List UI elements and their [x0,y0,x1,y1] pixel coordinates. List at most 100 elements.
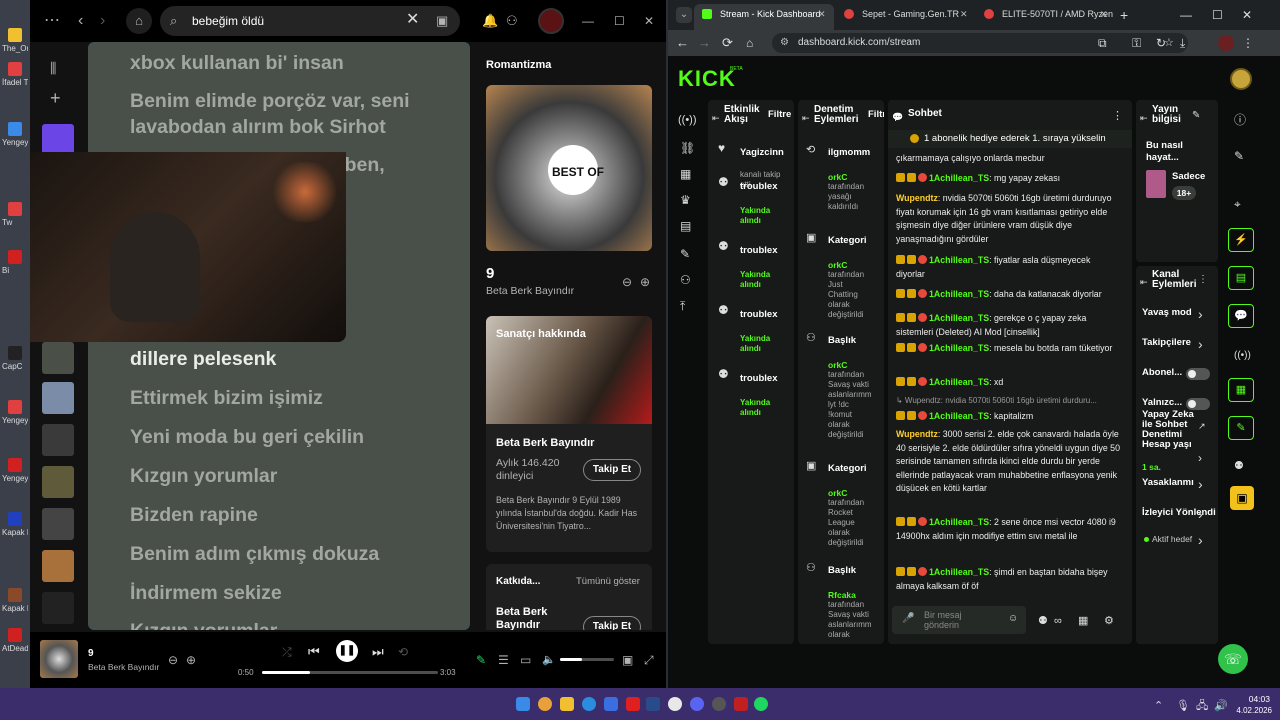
notifications-icon[interactable]: 🔔 [482,13,498,29]
mic-icon[interactable]: 🎙 [1176,698,1190,714]
chat-menu-icon[interactable]: ⋮ [1112,108,1123,124]
add-to-playlist-icon[interactable]: ⊕ [640,274,650,290]
search-input[interactable]: bebeğim öldü [192,14,264,28]
profile-avatar[interactable] [1218,35,1234,51]
site-info-icon[interactable]: ⚙ [780,33,789,53]
upload-icon[interactable]: ⤒ [680,298,685,314]
friend-activity-icon[interactable]: ⚇ [506,13,518,29]
chat-username[interactable]: 1Achillean_TS [929,255,989,265]
pause-button[interactable]: ❚❚ [336,640,358,662]
steam-icon[interactable] [646,697,660,711]
moderation-item[interactable]: ⚇ Başlık orkC tarafından Savaş vakti aslanl… [798,326,884,439]
volume-slider[interactable] [560,658,614,661]
edit-icon[interactable]: ✎ [1234,148,1244,164]
activity-item[interactable]: ⚉ troublex Yakında alındı [708,170,794,230]
desktop-shortcut[interactable]: İfadel Twitch [2,62,28,87]
menu-icon[interactable]: ⋮ [1242,35,1254,51]
playlist-thumb[interactable] [42,424,74,456]
edit-icon[interactable]: ✎ [1192,108,1200,124]
add-icon[interactable]: ⊕ [186,652,196,668]
tab-elite-pc[interactable]: ELITE-5070TI / AMD Ryzen ✕ [976,4,1118,30]
gift-shop-icon[interactable]: ▦ [1078,613,1088,629]
track-artist[interactable]: Beta Berk Bayındır [486,285,574,297]
chat-username[interactable]: 1Achillean_TS [929,411,989,421]
url-text[interactable]: dashboard.kick.com/stream [798,37,920,48]
queue-icon[interactable]: ☰ [498,652,509,668]
moderation-actor[interactable]: Rfcaka [828,590,856,600]
moderation-actor[interactable]: orkC [828,488,847,498]
quick-action-button[interactable]: ⚡ [1228,228,1254,252]
activity-user[interactable]: troublex [740,310,777,320]
community-icon[interactable]: ⚇ [680,272,691,288]
shuffle-icon[interactable]: ⤮ [282,644,292,660]
url-field[interactable]: ⚙ dashboard.kick.com/stream ☆ [772,33,1188,53]
chevron-right-icon[interactable]: › [1198,532,1203,548]
playlist-title[interactable]: Romantizma [486,59,551,71]
chat-message[interactable]: Wupendtz: nvidia 5070ti 5060ti 16gb üret… [896,192,1120,246]
moderation-actor[interactable]: orkC [828,172,847,182]
kicks-icon[interactable]: ⚉ [1038,613,1048,629]
chat-message[interactable]: 1Achillean_TS: şimdi en baştan bidaha bi… [896,566,1120,593]
channel-action-row[interactable]: İzleyici Yönlendi › [1136,502,1218,526]
volume-icon[interactable]: 🔈 [542,652,556,668]
obs-icon[interactable] [668,697,682,711]
playlist-thumb[interactable] [42,342,74,374]
chevron-right-icon[interactable]: › [1198,306,1203,322]
credit-name[interactable]: Beta Berk Bayındır [496,606,556,630]
lyric-line[interactable]: Yeni moda bu geri çekilin [130,426,364,449]
next-icon[interactable]: ⏭ [372,644,384,660]
desktop-shortcut[interactable]: The_Ou [2,28,28,53]
playlist-thumb[interactable] [42,466,74,498]
browse-icon[interactable]: ▣ [436,13,448,29]
tray-chevron-icon[interactable]: ⌃ [1154,698,1163,714]
chat-username[interactable]: Wupendtz [896,429,938,439]
wrench-icon[interactable]: ✎ [680,246,690,262]
forward-arrow-icon[interactable]: › [100,13,105,29]
activity-item[interactable]: ⚉ troublex Yakında alındı [708,234,794,294]
desktop-shortcut[interactable]: Bi [2,250,28,275]
remove-icon[interactable]: ⊖ [168,652,178,668]
kick-logo[interactable]: KICK [678,66,736,92]
search-bar[interactable]: ⌕ bebeğim öldü ✕ ▣ [160,6,460,36]
library-icon[interactable]: ⫼ [50,60,56,76]
chat-message[interactable]: 1Achillean_TS: mesela bu botda ram tüket… [896,342,1120,356]
chrome-taskbar-icon[interactable] [538,697,552,711]
link-icon[interactable]: ⛓ [680,140,695,156]
chat-message[interactable]: 1Achillean_TS: mg yapay zekası [896,172,1120,186]
activity-user[interactable]: troublex [740,182,777,192]
moderation-item[interactable]: ⚇ Başlık Rfcaka tarafından Savaş vakti asla… [798,556,884,656]
pinned-banner[interactable]: 1 abonelik hediye ederek 1. sıraya yükse… [888,130,1132,148]
new-tab-icon[interactable]: + [1120,7,1128,23]
miniplayer-icon[interactable]: ▣ [622,652,633,668]
collapse-icon[interactable]: ⇤ [1140,110,1148,126]
playlist-thumb[interactable] [42,592,74,624]
lyric-line[interactable]: Kızgın yorumlar [130,620,277,630]
lyric-line[interactable]: Bizden rapine [130,504,258,527]
emoji-icon[interactable]: ☺ [1008,613,1018,624]
support-chat-button[interactable]: ☏ [1218,644,1248,674]
tab-close-icon[interactable]: ✕ [818,4,826,24]
app-icon[interactable] [734,697,748,711]
playlist-thumb[interactable] [42,382,74,414]
activity-filter[interactable]: Filtre [768,110,791,120]
lyric-line[interactable]: Benim adım çıkmış dokuza [130,543,379,566]
lyric-line[interactable]: Benim elimde porçöz var, seni [130,90,410,113]
active-goal-row[interactable]: Aktif hedef › [1136,532,1218,552]
downloads-icon[interactable]: ⤓ [1180,35,1185,51]
activity-item[interactable]: ⚉ troublex Yakında alındı [708,298,794,358]
activity-user[interactable]: Yagizcinn [740,148,784,158]
player-artist[interactable]: Beta Berk Bayındır [88,662,159,672]
credit-follow-button[interactable]: Takip Et [583,616,641,630]
chevron-right-icon[interactable]: › [1198,336,1203,352]
channel-action-row[interactable]: Yasaklanmı › [1136,472,1218,496]
collapse-icon[interactable]: ⇤ [712,110,720,126]
channel-action-row[interactable]: Abonel... [1136,362,1218,386]
about-artist-card[interactable]: Sanatçı hakkında Beta Berk Bayındır Aylı… [486,316,652,552]
actions-menu-icon[interactable]: ⋮ [1198,272,1208,288]
desktop-shortcut[interactable]: Kapak Dawn [2,588,28,613]
tab-gaming-cart[interactable]: Sepet - Gaming.Gen.TR ✕ [836,4,976,30]
desktop-shortcut[interactable]: Tw [2,202,28,227]
minimize-icon[interactable]: — [1180,7,1192,23]
lyric-line[interactable]: lavabodan alırım bok Sirhot [130,116,386,139]
tab-kick-dashboard[interactable]: Stream - Kick Dashboard ✕ [694,4,834,30]
